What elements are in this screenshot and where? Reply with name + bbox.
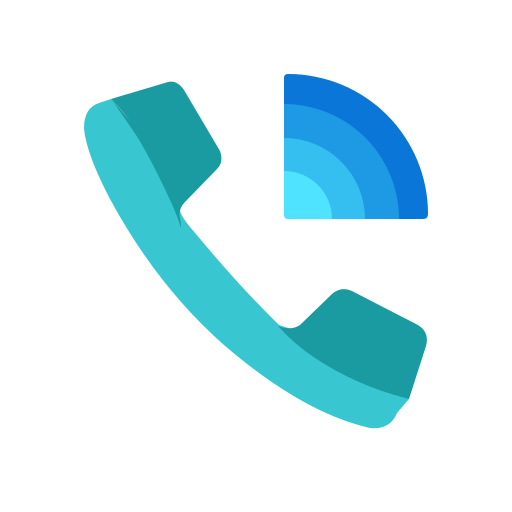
wireless-signal-icon — [284, 74, 428, 219]
app-icon-canvas — [0, 0, 512, 512]
phone-signal-icon — [84, 74, 428, 429]
